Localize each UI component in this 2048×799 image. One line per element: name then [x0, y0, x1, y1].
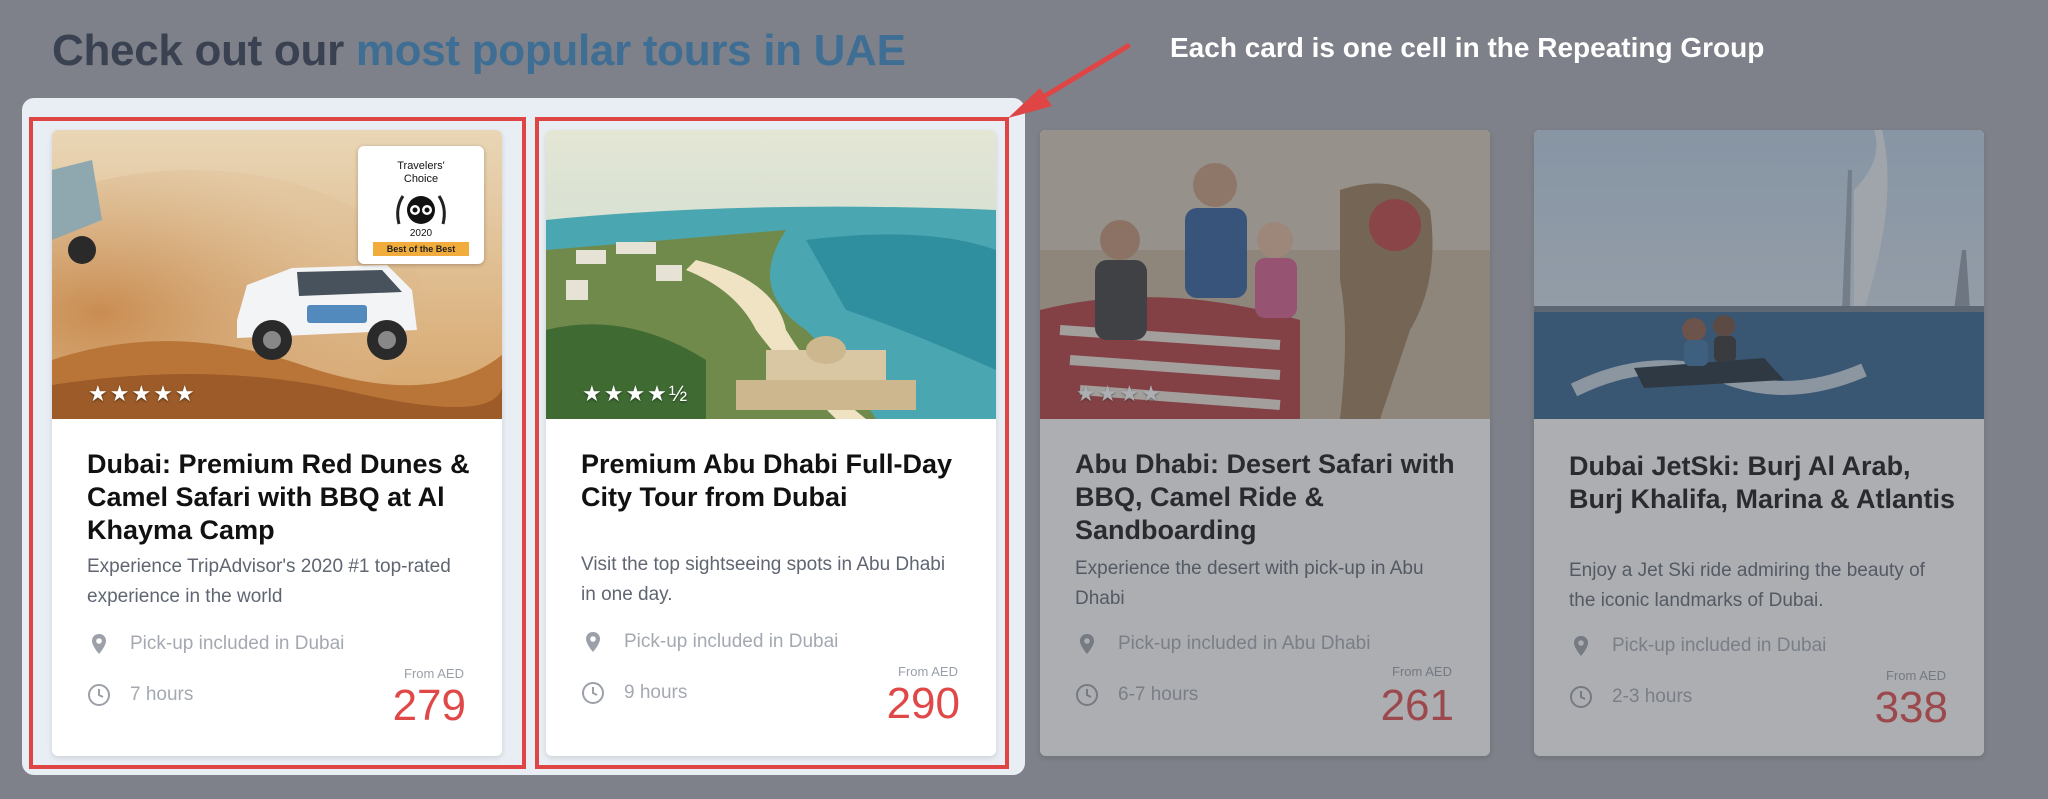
tour-card[interactable]: Dubai JetSki: Burj Al Arab, Burj Khalifa…	[1534, 130, 1984, 756]
pickup-info: Pick-up included in Dubai	[1569, 634, 1826, 658]
tour-title[interactable]: Abu Dhabi: Desert Safari with BBQ, Camel…	[1075, 448, 1465, 547]
annotation-callout: Each card is one cell in the Repeating G…	[1170, 32, 1765, 63]
cell-outline-2	[535, 117, 1009, 769]
tour-description: Experience the desert with pick-up in Ab…	[1075, 558, 1424, 609]
star-rating: ★★★★	[1076, 381, 1163, 406]
clock-icon	[1570, 686, 1592, 708]
duration-text: 2-3 hours	[1612, 686, 1693, 707]
pickup-text: Pick-up included in Dubai	[1612, 635, 1827, 656]
page-title-accent: most popular tours in UAE	[355, 26, 906, 75]
duration-info: 2-3 hours	[1569, 685, 1692, 709]
jetski-burj-al-arab-image	[1534, 130, 1984, 419]
location-pin-icon	[1080, 634, 1094, 654]
price-value: 261	[1380, 681, 1454, 730]
tour-description: Enjoy a Jet Ski ride admiring the beauty…	[1569, 560, 1925, 611]
duration-info: 6-7 hours	[1075, 683, 1198, 707]
pickup-text: Pick-up included in Abu Dhabi	[1118, 633, 1371, 654]
tour-card[interactable]: ★★★★ Abu Dhabi: Desert Safari with BBQ, …	[1040, 130, 1490, 756]
price-value: 338	[1874, 683, 1948, 732]
duration-text: 6-7 hours	[1118, 684, 1199, 705]
price-label: From AED	[1886, 668, 1946, 683]
pickup-info: Pick-up included in Abu Dhabi	[1075, 632, 1370, 656]
page-title-prefix: Check out our	[52, 26, 356, 75]
tour-title[interactable]: Dubai JetSki: Burj Al Arab, Burj Khalifa…	[1569, 450, 1959, 516]
location-pin-icon	[1574, 636, 1588, 656]
price-label: From AED	[1392, 664, 1452, 679]
camel-ride-family-image: ★★★★	[1040, 130, 1490, 419]
page-title: Check out our most popular tours in UAE	[52, 26, 906, 76]
cell-outline-1	[29, 117, 526, 769]
clock-icon	[1076, 684, 1098, 706]
